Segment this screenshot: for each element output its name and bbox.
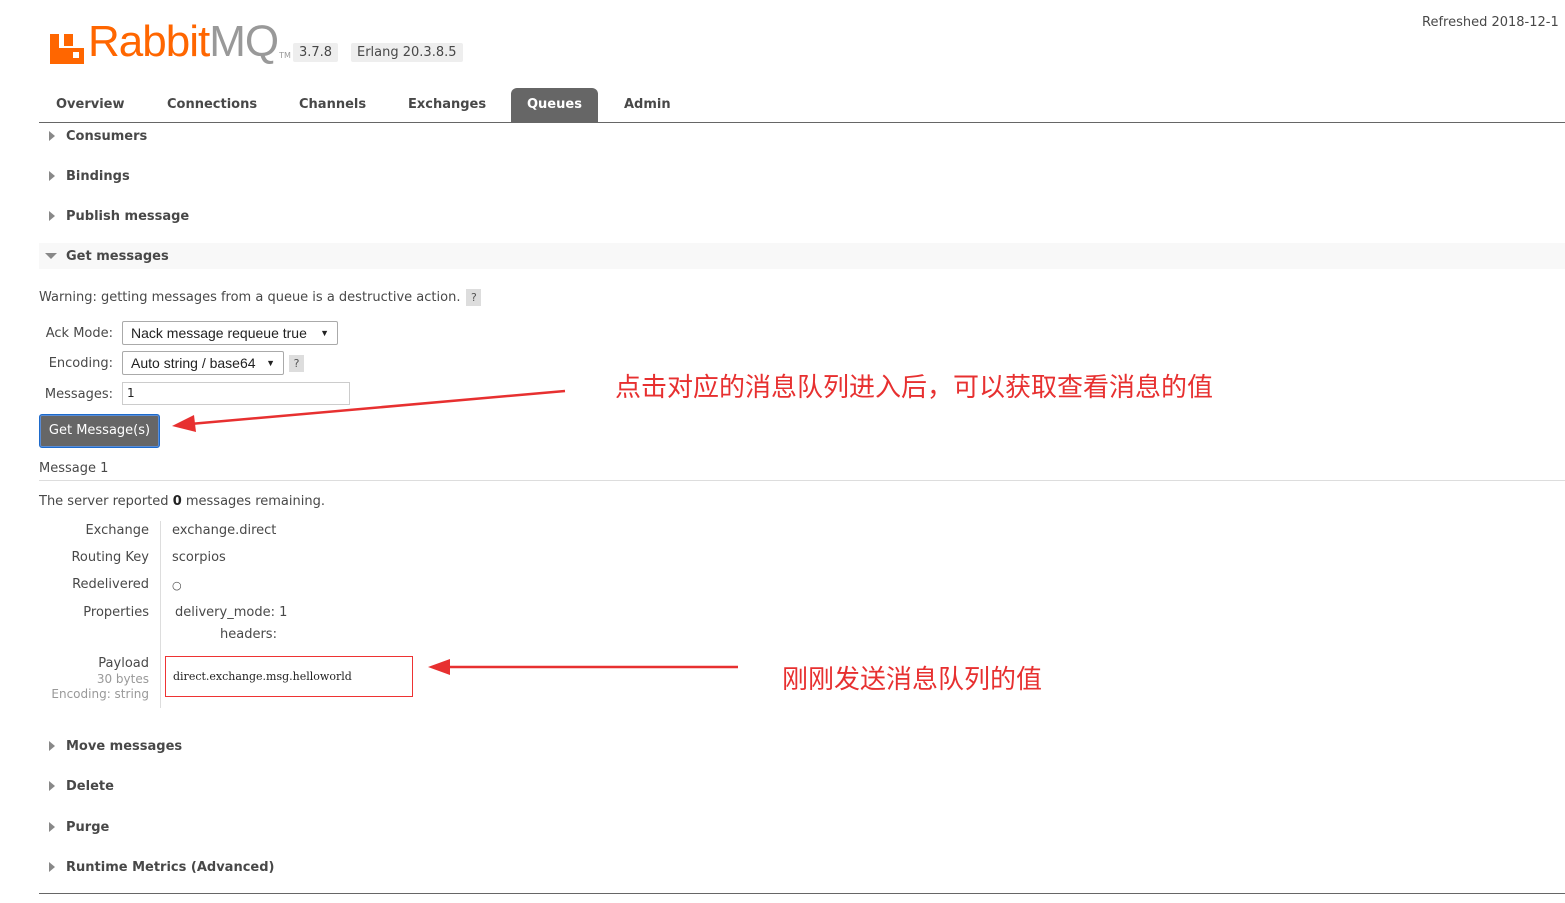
- annotation-top: 点击对应的消息队列进入后，可以获取查看消息的值: [615, 373, 1214, 403]
- annotation-arrow-bottom-head: [428, 659, 450, 675]
- annotation-bottom: 刚刚发送消息队列的值: [782, 665, 1043, 695]
- annotation-arrows: [172, 389, 738, 675]
- annotation-arrow-top-head: [172, 415, 196, 432]
- annotation-arrow-top-line: [189, 389, 566, 426]
